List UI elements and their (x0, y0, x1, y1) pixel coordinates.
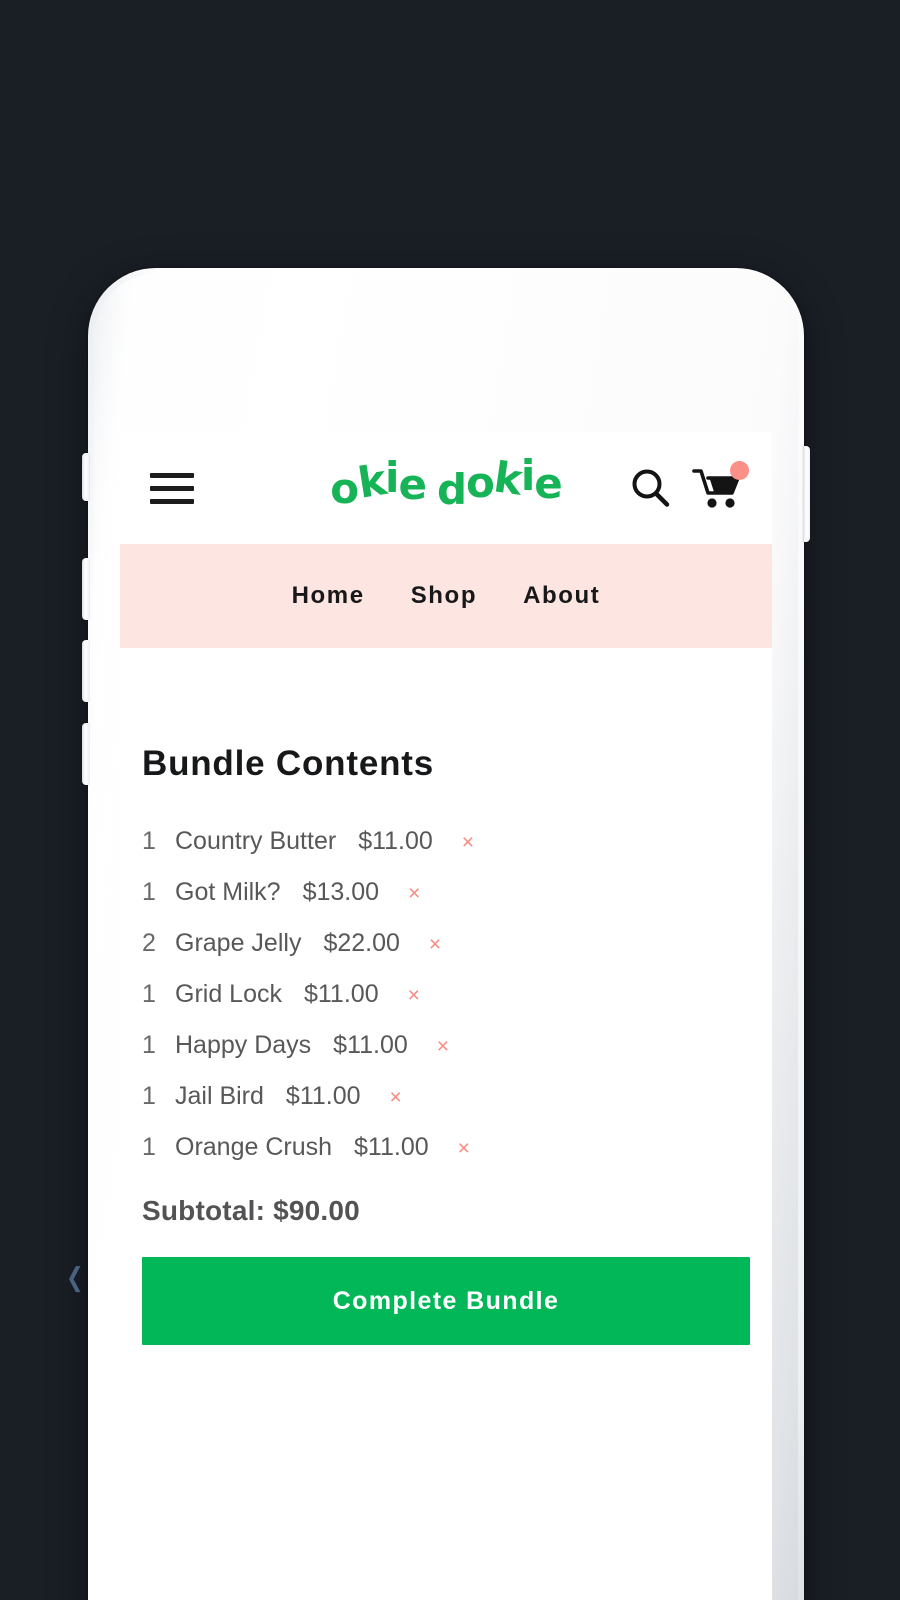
item-name[interactable]: Country Butter (175, 827, 336, 856)
item-quantity: 1 (142, 878, 156, 906)
item-price: $13.00 (302, 878, 380, 906)
silent-switch-button[interactable] (82, 453, 89, 501)
item-price: $11.00 (285, 1082, 361, 1110)
item-quantity: 1 (142, 1082, 156, 1110)
main-content: Bundle Contents 1 Country Butter $11.00 … (120, 648, 772, 1345)
remove-item-icon[interactable]: × (390, 1087, 402, 1108)
item-name[interactable]: Got Milk? (175, 878, 281, 907)
item-name[interactable]: Grid Lock (175, 980, 282, 1009)
item-name[interactable]: Jail Bird (175, 1082, 264, 1111)
item-price: $11.00 (354, 1133, 429, 1161)
complete-bundle-button[interactable]: Complete Bundle (142, 1257, 750, 1345)
table-row: 1 Happy Days $11.00 × (142, 1020, 750, 1071)
item-quantity: 2 (142, 929, 156, 957)
logo-letter-k: k (354, 454, 389, 508)
search-icon[interactable] (628, 466, 672, 510)
item-quantity: 1 (142, 980, 156, 1008)
remove-item-icon[interactable]: × (408, 883, 420, 904)
item-quantity: 1 (142, 1133, 156, 1161)
volume-extra-button[interactable] (82, 723, 89, 785)
table-row: 1 Country Butter $11.00 × (142, 816, 750, 867)
nav-item-about[interactable]: About (523, 582, 600, 610)
table-row: 1 Orange Crush $11.00 × (142, 1122, 750, 1173)
primary-navigation: Home Shop About (120, 544, 772, 648)
logo-letter-o: o (330, 463, 359, 513)
subtotal-text: Subtotal: $90.00 (142, 1195, 360, 1226)
volume-down-button[interactable] (82, 640, 89, 702)
phone-screen: o k i e d o k i e Home Shop About Bundle… (120, 432, 772, 1600)
table-row: 1 Jail Bird $11.00 × (142, 1071, 750, 1122)
item-price: $11.00 (303, 980, 379, 1008)
header-actions (628, 461, 749, 510)
page-title: Bundle Contents (142, 744, 434, 783)
brand-logo[interactable]: o k i e d o k i e (330, 451, 562, 514)
remove-item-icon[interactable]: × (429, 934, 441, 955)
site-header: o k i e d o k i e (120, 432, 772, 544)
table-row: 1 Got Milk? $13.00 × (142, 867, 750, 918)
item-name[interactable]: Grape Jelly (175, 929, 301, 958)
item-price: $11.00 (333, 1031, 408, 1059)
hamburger-menu-icon[interactable] (150, 472, 194, 504)
hamburger-bar (150, 472, 194, 478)
item-price: $22.00 (323, 929, 400, 957)
logo-letter-e2: e (534, 458, 562, 508)
nav-item-shop[interactable]: Shop (411, 582, 477, 610)
table-row: 1 Grid Lock $11.00 × (142, 969, 750, 1020)
cursor-pointer-icon: ❮ (66, 1262, 84, 1292)
power-button[interactable] (803, 446, 810, 542)
item-quantity: 1 (142, 1031, 156, 1059)
logo-letter-k2: k (490, 451, 525, 505)
remove-item-icon[interactable]: × (458, 1138, 470, 1159)
bundle-contents-list: 1 Country Butter $11.00 × 1 Got Milk? $1… (142, 816, 750, 1173)
volume-up-button[interactable] (82, 558, 89, 620)
remove-item-icon[interactable]: × (408, 985, 420, 1006)
hamburger-bar (150, 485, 194, 491)
cart-count-badge (730, 461, 749, 480)
remove-item-icon[interactable]: × (437, 1036, 449, 1057)
phone-device-frame: o k i e d o k i e Home Shop About Bundle… (82, 268, 810, 1600)
item-price: $11.00 (358, 827, 433, 855)
shopping-cart-icon[interactable] (692, 461, 749, 510)
logo-letter-d: d (436, 464, 467, 514)
item-name[interactable]: Orange Crush (175, 1133, 332, 1162)
logo-letter-e: e (398, 459, 426, 509)
item-quantity: 1 (142, 827, 156, 855)
item-name[interactable]: Happy Days (175, 1031, 311, 1060)
logo-letter-i2: i (520, 450, 535, 500)
remove-item-icon[interactable]: × (462, 832, 474, 853)
hamburger-bar (150, 498, 194, 504)
logo-letter-i: i (385, 452, 399, 502)
logo-letter-o2: o (466, 457, 495, 507)
nav-item-home[interactable]: Home (292, 582, 365, 610)
table-row: 2 Grape Jelly $22.00 × (142, 918, 750, 969)
